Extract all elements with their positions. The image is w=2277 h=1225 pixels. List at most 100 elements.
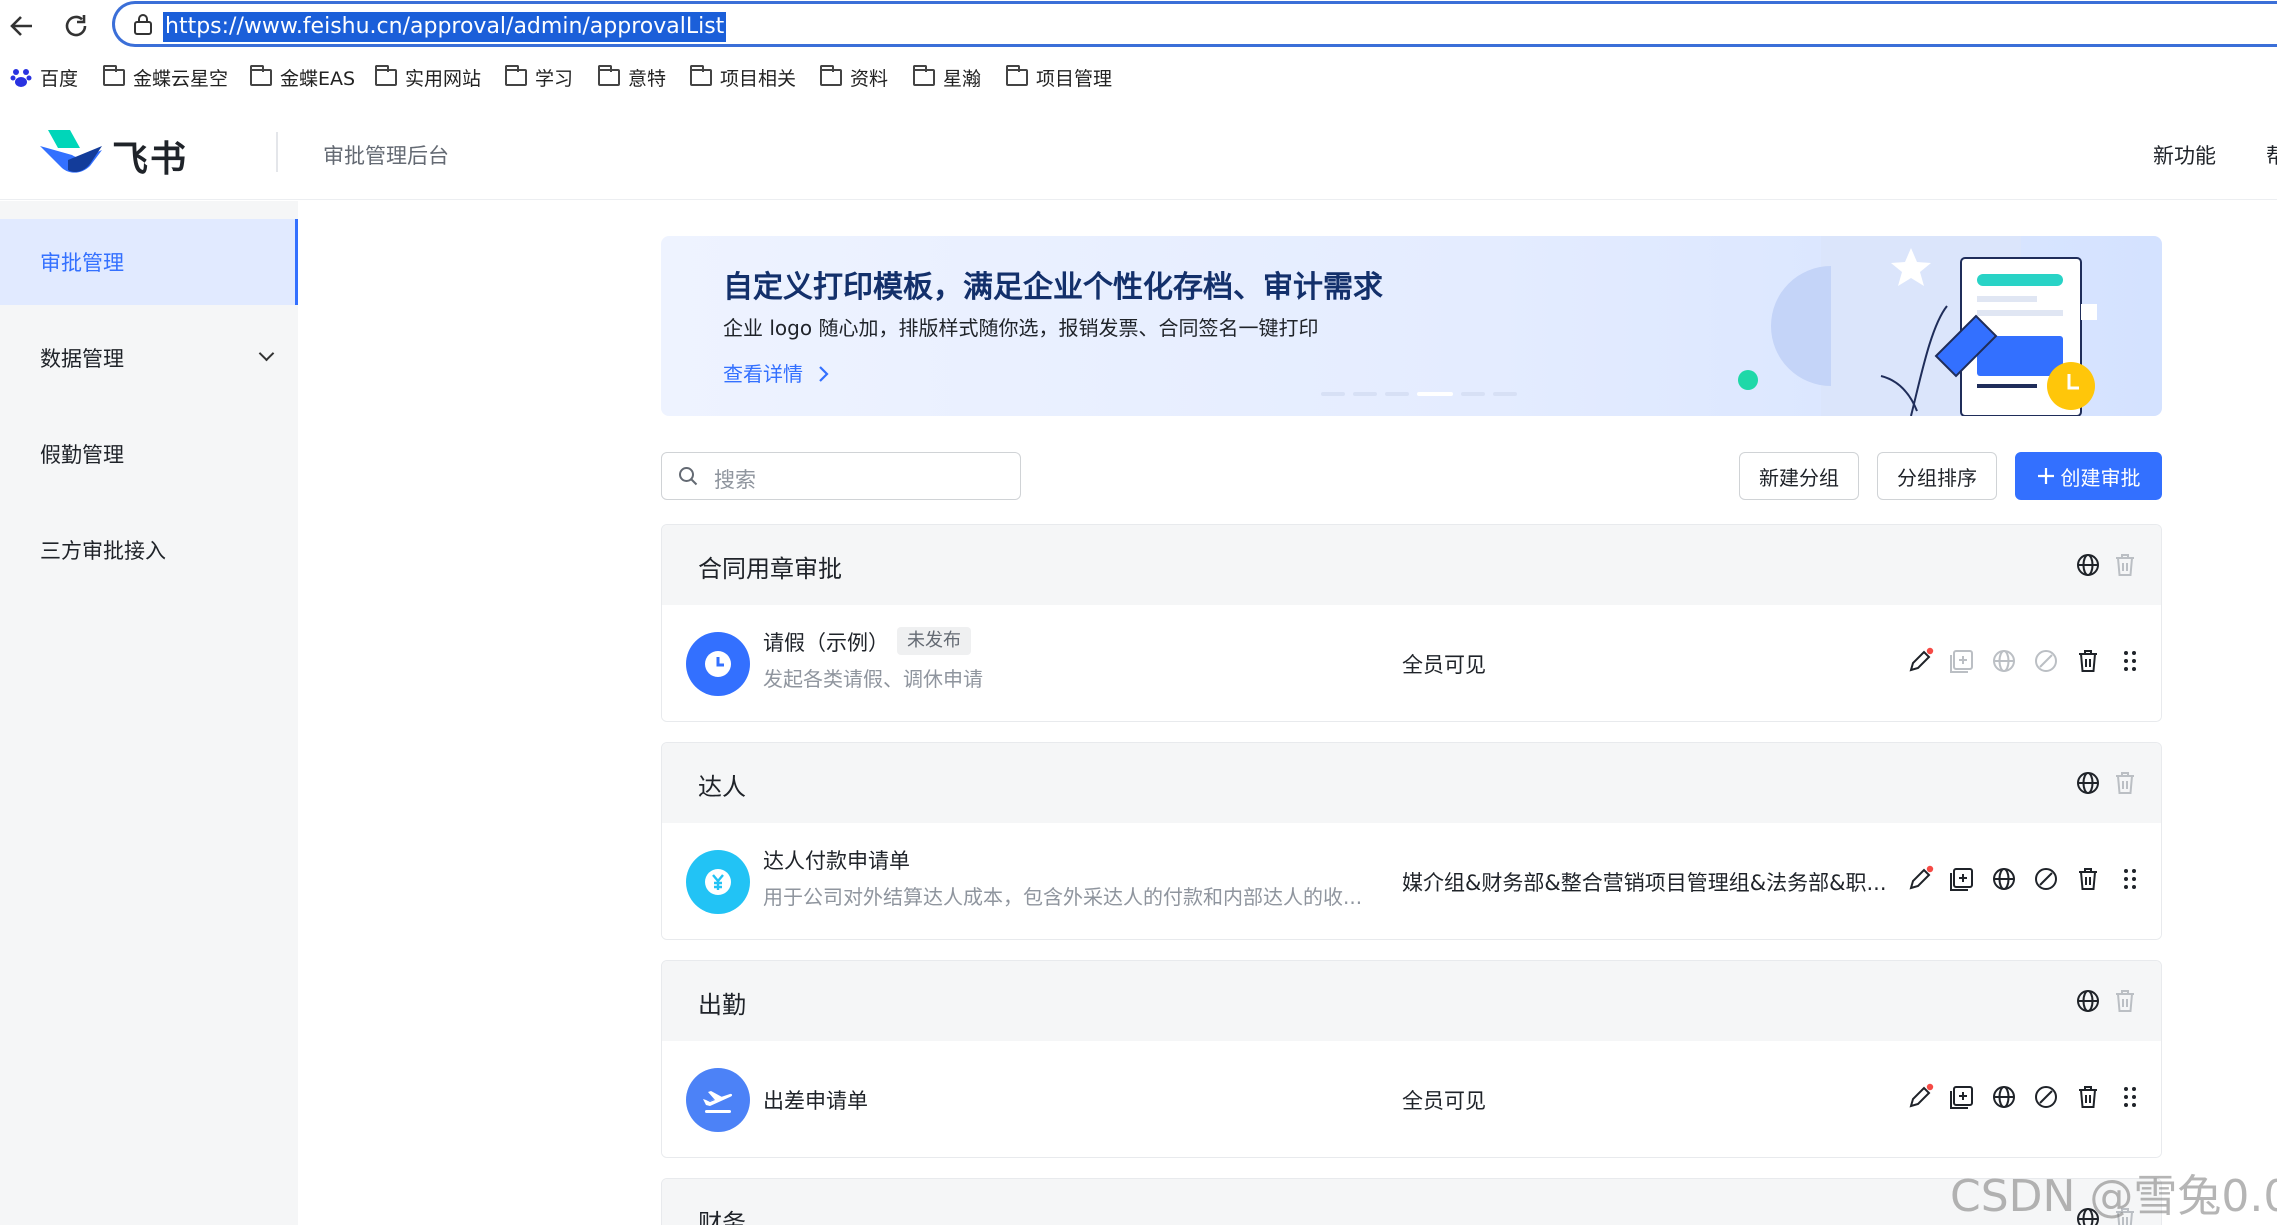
- chevron-down-icon: [258, 345, 275, 362]
- folder-icon: [250, 64, 272, 86]
- promo-banner[interactable]: 自定义打印模板，满足企业个性化存档、审计需求 企业 logo 随心加，排版样式随…: [661, 236, 2162, 416]
- globe-icon[interactable]: [2076, 989, 2100, 1013]
- delete-group-icon: [2116, 772, 2134, 794]
- bookmark-folder[interactable]: 金蝶云星空: [103, 62, 228, 92]
- reload-icon[interactable]: [56, 6, 96, 46]
- search-placeholder: 搜索: [714, 468, 756, 492]
- approval-row[interactable]: 达人付款申请单 用于公司对外结算达人成本，包含外采达人的付款和内部达人的收...…: [662, 823, 2161, 939]
- bookmark-label: 项目管理: [1036, 67, 1113, 90]
- bookmark-label: 意特: [628, 67, 667, 90]
- carousel-dot[interactable]: [1385, 392, 1409, 396]
- sidebar-item-approval[interactable]: 审批管理: [0, 219, 298, 305]
- banner-link[interactable]: 查看详情: [723, 358, 831, 387]
- print-illustration: [1738, 236, 2097, 416]
- edit-icon[interactable]: [1906, 647, 1934, 675]
- drag-handle-icon[interactable]: [2116, 865, 2144, 893]
- banner-link-label: 查看详情: [723, 362, 803, 386]
- carousel-dots[interactable]: [1321, 392, 1517, 396]
- help-link[interactable]: 帮: [2266, 140, 2277, 170]
- url-text[interactable]: https://www.feishu.cn/approval/admin/app…: [163, 12, 727, 42]
- plus-icon: [2037, 468, 2054, 484]
- search-input[interactable]: 搜索: [661, 452, 1021, 500]
- globe-icon[interactable]: [1990, 1083, 2018, 1111]
- sort-groups-button[interactable]: 分组排序: [1877, 452, 1997, 500]
- address-bar[interactable]: https://www.feishu.cn/approval/admin/app…: [112, 1, 2277, 47]
- approval-row[interactable]: 出差申请单 全员可见: [662, 1041, 2161, 1157]
- sidebar-item-data[interactable]: 数据管理: [0, 315, 298, 401]
- feishu-logo-icon[interactable]: [38, 126, 104, 180]
- copy-icon: [1950, 650, 1973, 673]
- copy-icon[interactable]: [1948, 1083, 1976, 1111]
- banner-subtitle: 企业 logo 随心加，排版样式随你选，报销发票、合同签名一键打印: [723, 316, 1319, 340]
- bookmark-label: 金蝶云星空: [133, 67, 229, 90]
- carousel-dot[interactable]: [1321, 392, 1345, 396]
- airplane-icon: [686, 1068, 750, 1132]
- carousel-dot[interactable]: [1493, 392, 1517, 396]
- visibility-text: 全员可见: [1402, 653, 1486, 677]
- sidebar-item-third-party[interactable]: 三方审批接入: [0, 507, 298, 593]
- edit-icon[interactable]: [1906, 865, 1934, 893]
- bookmark-folder[interactable]: 意特: [598, 62, 666, 92]
- search-icon: [679, 467, 698, 486]
- globe-icon[interactable]: [2076, 553, 2100, 577]
- browser-toolbar: https://www.feishu.cn/approval/admin/app…: [0, 0, 2277, 64]
- bookmark-label: 资料: [850, 67, 889, 90]
- approval-row[interactable]: 请假（示例） 未发布 发起各类请假、调休申请 全员可见: [662, 605, 2161, 721]
- bookmark-folder[interactable]: 星瀚: [913, 62, 981, 92]
- bookmark-label: 项目相关: [720, 67, 797, 90]
- header-divider: [276, 132, 278, 172]
- disable-icon[interactable]: [2032, 1083, 2060, 1111]
- approval-title: 达人付款申请单: [763, 849, 910, 873]
- new-group-button[interactable]: 新建分组: [1739, 452, 1859, 500]
- carousel-dot[interactable]: [1353, 392, 1377, 396]
- app-header: 飞书 审批管理后台 新功能 帮: [0, 104, 2277, 200]
- clock-icon: [686, 632, 750, 696]
- trash-icon[interactable]: [2074, 647, 2102, 675]
- bookmark-folder[interactable]: 学习: [505, 62, 573, 92]
- folder-icon: [598, 64, 620, 86]
- group-name: 出勤: [698, 991, 746, 1019]
- status-badge: 未发布: [897, 627, 971, 655]
- yuan-icon: [686, 850, 750, 914]
- drag-handle-icon[interactable]: [2116, 647, 2144, 675]
- bookmark-baidu[interactable]: 百度: [10, 62, 78, 92]
- new-features-link[interactable]: 新功能: [2153, 140, 2216, 170]
- bookmark-folder[interactable]: 资料: [820, 62, 888, 92]
- approval-group: 财务: [661, 1178, 2162, 1225]
- group-header: 出勤: [662, 961, 2161, 1041]
- carousel-dot[interactable]: [1461, 392, 1485, 396]
- carousel-dot-active[interactable]: [1417, 392, 1453, 396]
- bookmark-label: 金蝶EAS: [280, 67, 356, 90]
- create-approval-button[interactable]: 创建审批: [2015, 452, 2162, 500]
- disable-icon[interactable]: [2032, 865, 2060, 893]
- bookmark-folder[interactable]: 金蝶EAS: [250, 62, 355, 92]
- approval-description: 发起各类请假、调休申请: [763, 667, 983, 691]
- sidebar: 审批管理 数据管理 假勤管理 三方审批接入: [0, 201, 298, 1225]
- delete-group-icon: [2116, 990, 2134, 1012]
- edit-icon[interactable]: [1906, 1083, 1934, 1111]
- globe-icon[interactable]: [2076, 771, 2100, 795]
- group-name: 合同用章审批: [698, 555, 842, 583]
- bookmark-folder[interactable]: 项目管理: [1006, 62, 1112, 92]
- group-header: 达人: [662, 743, 2161, 823]
- brand-name: 飞书: [112, 139, 189, 180]
- copy-icon[interactable]: [1948, 865, 1976, 893]
- bookmark-folder[interactable]: 实用网站: [375, 62, 481, 92]
- folder-icon: [820, 64, 842, 86]
- group-name: 达人: [698, 773, 746, 801]
- trash-icon[interactable]: [2074, 1083, 2102, 1111]
- site-info-icon[interactable]: [133, 13, 153, 35]
- back-arrow-icon[interactable]: [2, 6, 42, 46]
- sidebar-item-leave[interactable]: 假勤管理: [0, 411, 298, 497]
- approval-group: 达人 达人付款申请单 用于公司对外结算达人成本，包含外采达人的付款和内部达人的收…: [661, 742, 2162, 940]
- globe-icon: [1993, 650, 2015, 672]
- sidebar-item-label: 数据管理: [40, 347, 124, 371]
- chevron-right-icon: [819, 366, 829, 382]
- bookmark-folder[interactable]: 项目相关: [690, 62, 796, 92]
- folder-icon: [505, 64, 527, 86]
- approval-title: 出差申请单: [763, 1089, 868, 1113]
- trash-icon[interactable]: [2074, 865, 2102, 893]
- drag-handle-icon[interactable]: [2116, 1083, 2144, 1111]
- globe-icon[interactable]: [1990, 865, 2018, 893]
- folder-icon: [375, 64, 397, 86]
